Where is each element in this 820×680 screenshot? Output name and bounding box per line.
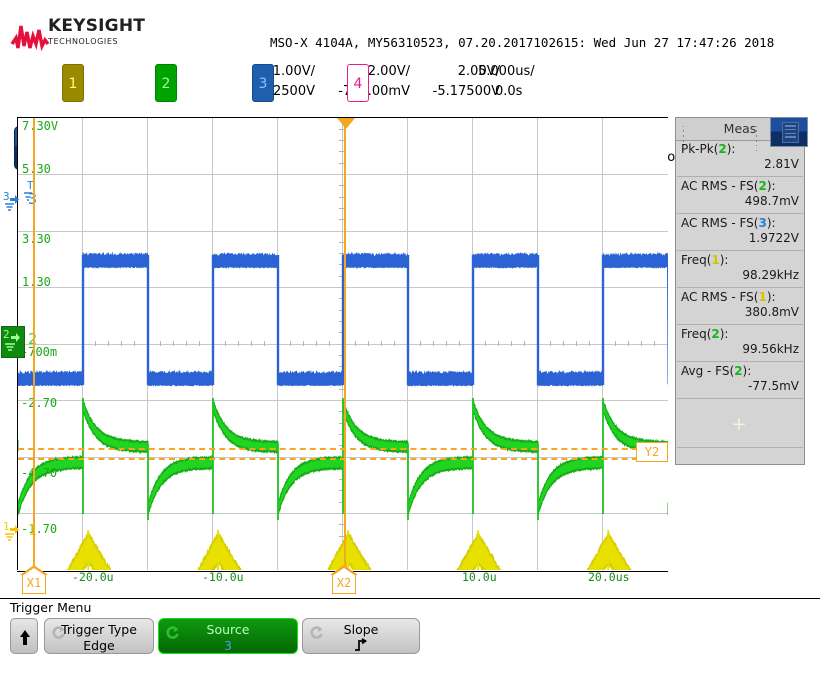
measurement-name: AC RMS - FS(3): — [681, 216, 776, 230]
horizontal-delay: 0.0s — [495, 84, 595, 99]
time-label-0: -20.0u — [72, 570, 114, 584]
keysight-wave-icon — [10, 18, 52, 52]
cursor-x1-tag[interactable]: X1 — [20, 565, 48, 595]
trigger-slope-button[interactable]: Slope — [302, 618, 420, 654]
time-label-1: -10.0u — [202, 570, 244, 584]
menu-up-button[interactable] — [10, 618, 38, 654]
measurement-value: -77.5mV — [748, 379, 799, 393]
measurement-value: 98.29kHz — [742, 268, 799, 282]
measurement-source: 2 — [758, 179, 766, 193]
trigger-position-line — [344, 118, 346, 570]
cursor-x1-line[interactable] — [33, 118, 35, 570]
measurement-row[interactable]: Avg - FS(2):-77.5mV — [677, 362, 803, 399]
time-label-3: 20.0us — [588, 570, 630, 584]
measurement-value: 2.81V — [764, 157, 799, 171]
svg-text:3: 3 — [3, 190, 10, 203]
channel-2-scale: 2.00V/ — [330, 64, 410, 79]
voltage-label-7: -1.70 — [21, 522, 57, 536]
channel-3-badge[interactable]: 3 — [252, 64, 274, 102]
cursor-y2-tag[interactable]: Y2 — [636, 442, 668, 462]
trigger-source-value-label: 3 — [159, 638, 297, 653]
trigger-menu-title: Trigger Menu — [10, 600, 91, 615]
voltage-label-6: -4.70 — [21, 466, 57, 480]
measurement-row[interactable]: Freq(1): 98.29kHz — [677, 251, 803, 288]
menu-divider — [0, 598, 820, 599]
cursor-y2-line-b[interactable] — [18, 458, 668, 460]
measurement-name: AC RMS - FS(2): — [681, 179, 776, 193]
voltage-label-0: 7.30V — [22, 119, 58, 133]
trigger-slope-label: Slope — [303, 622, 419, 637]
channel-2-ground-marker[interactable]: 2 — [1, 326, 25, 358]
horizontal-scale: 5.000us/ — [478, 64, 578, 79]
measurement-value: 99.56kHz — [742, 342, 799, 356]
measurement-menu-icon[interactable] — [770, 117, 808, 147]
measurement-row[interactable]: Freq(2): 99.56kHz — [677, 325, 803, 362]
measurement-name: Freq(1): — [681, 253, 728, 267]
keysight-wordmark: KEYSIGHT TECHNOLOGIES — [48, 18, 145, 47]
brand-subtitle: TECHNOLOGIES — [48, 37, 145, 47]
measurement-name: Pk-Pk(2): — [681, 142, 735, 156]
trigger-source-label: Source — [159, 622, 297, 637]
trigger-type-value: Edge — [45, 638, 153, 653]
trigger-t-indicator: T — [22, 180, 38, 206]
channel-1-badge[interactable]: 1 — [62, 64, 84, 102]
voltage-label-5: -2.70 — [21, 396, 57, 410]
voltage-label-3: 1.30 — [22, 275, 51, 289]
trigger-slope-value-icon — [303, 638, 419, 653]
measurement-name: AC RMS - FS(1): — [681, 290, 776, 304]
measurement-value: 498.7mV — [745, 194, 799, 208]
up-arrow-icon — [20, 630, 30, 637]
measurement-source: 1 — [711, 253, 719, 267]
measurement-value: 380.8mV — [745, 305, 799, 319]
trigger-type-button[interactable]: Trigger Type Edge — [44, 618, 154, 654]
measurement-list-end — [677, 447, 803, 448]
measurement-name: Avg - FS(2): — [681, 364, 751, 378]
time-label-2: 10.0u — [462, 570, 497, 584]
trigger-source-button[interactable]: Source 3 — [158, 618, 298, 654]
svg-text:2: 2 — [3, 328, 10, 341]
waveform-display[interactable]: Y2 — [17, 118, 667, 570]
measurement-row[interactable]: AC RMS - FS(1):380.8mV — [677, 288, 803, 325]
channel-3-ground-marker[interactable]: 3 — [3, 190, 20, 214]
header: KEYSIGHT TECHNOLOGIES MSO-X 4104A, MY563… — [0, 0, 820, 60]
drag-handle-right-icon[interactable] — [754, 124, 759, 135]
channel-1-trace — [18, 530, 668, 570]
channel-3-offset: -5.17500V — [410, 84, 500, 99]
voltage-label-1: 5.30 — [22, 162, 51, 176]
measurement-source: 1 — [758, 290, 766, 304]
measurement-source: 2 — [718, 142, 726, 156]
measurement-row[interactable]: AC RMS - FS(2):498.7mV — [677, 177, 803, 214]
measurement-row[interactable]: AC RMS - FS(3):1.9722V — [677, 214, 803, 251]
cursor-y2-line-a[interactable] — [18, 448, 668, 450]
svg-text:1: 1 — [3, 520, 10, 533]
measurement-name: Freq(2): — [681, 327, 728, 341]
channel-1-scale: 1.00V/ — [235, 64, 315, 79]
channel-4-badge[interactable]: 4 — [347, 64, 369, 102]
instrument-identification: MSO-X 4104A, MY56310523, 07.20.201710261… — [270, 35, 774, 50]
voltage-label-4: -700m — [21, 345, 57, 359]
settings-bar: 1 1.00V/ 2.92500V 2 2.00V/ -700.00mV 3 2… — [0, 62, 820, 112]
brand-name: KEYSIGHT — [48, 18, 145, 35]
measurement-source: 3 — [758, 216, 766, 230]
channel-3-trace — [18, 253, 668, 385]
trigger-type-label: Trigger Type — [45, 622, 153, 637]
measurement-source: 2 — [734, 364, 742, 378]
cursor-x2-tag[interactable]: X2 — [330, 565, 358, 595]
add-measurement-button[interactable]: + — [676, 413, 802, 435]
trigger-position-marker[interactable] — [337, 114, 353, 124]
voltage-label-2: 3.30 — [22, 232, 51, 246]
measurement-value: 1.9722V — [749, 231, 799, 245]
waveform-traces — [18, 118, 668, 570]
channel-2-badge[interactable]: 2 — [155, 64, 177, 102]
measurement-source: 2 — [711, 327, 719, 341]
channel-1-ground-marker[interactable]: 1 — [3, 520, 20, 544]
measurement-panel[interactable]: Meas Pk-Pk(2):2.81VAC RMS - FS(2):498.7m… — [675, 117, 805, 465]
